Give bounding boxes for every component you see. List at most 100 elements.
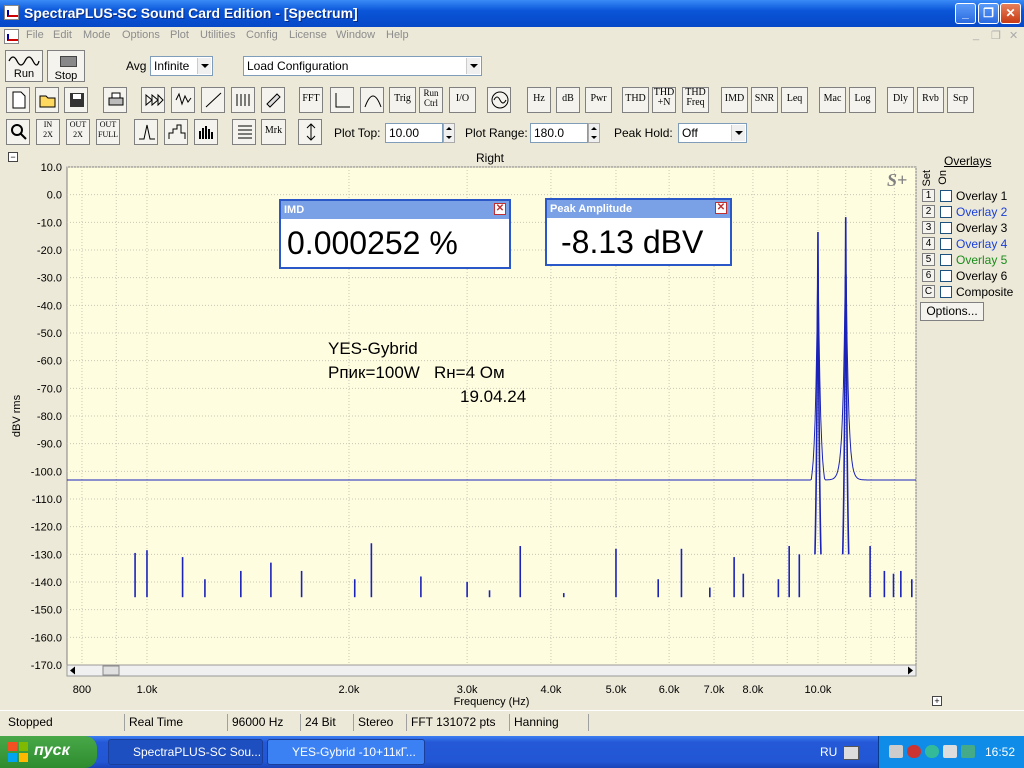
menu-options[interactable]: Options — [122, 29, 160, 41]
menu-file[interactable]: File — [26, 29, 44, 41]
overlay-set-button[interactable]: 6 — [922, 269, 935, 282]
filter-button[interactable] — [360, 87, 384, 113]
thd-n-button[interactable]: THD +N — [652, 87, 676, 113]
mdi-minimize-icon[interactable]: _ — [973, 29, 979, 41]
antivirus-icon[interactable] — [907, 745, 921, 758]
overlay-checkbox[interactable] — [940, 190, 952, 202]
zoom-in-2x-button[interactable]: IN 2X — [36, 119, 60, 145]
log-button[interactable]: Log — [849, 87, 876, 113]
thd-freq-button[interactable]: THD Freq — [682, 87, 709, 113]
playback-button[interactable] — [171, 87, 195, 113]
safely-remove-icon[interactable] — [961, 745, 975, 758]
overlay-set-button[interactable]: 3 — [922, 221, 935, 234]
io-button[interactable]: I/O — [449, 87, 476, 113]
peak-amplitude-readout[interactable]: Peak Amplitude ✕ -8.13 dBV — [545, 198, 732, 266]
peak-hold-select[interactable]: Off — [678, 123, 747, 143]
overlay-set-button[interactable]: 1 — [922, 189, 935, 202]
overlay-set-button[interactable]: 5 — [922, 253, 935, 266]
plot-top-input[interactable]: 10.00 — [385, 123, 443, 143]
config-select[interactable]: Load Configuration — [243, 56, 482, 76]
zoom-out-full-button[interactable]: OUT FULL — [96, 119, 120, 145]
menu-mode[interactable]: Mode — [83, 29, 111, 41]
ramp-button[interactable] — [201, 87, 225, 113]
plot-range-spinner[interactable] — [588, 123, 600, 143]
save-button[interactable] — [64, 87, 88, 113]
scope-sine-button[interactable] — [487, 87, 511, 113]
on-column-label: On — [937, 170, 949, 185]
peak-readout-header[interactable]: Peak Amplitude ✕ — [547, 200, 730, 218]
imd-readout[interactable]: IMD ✕ 0.000252 % — [279, 199, 511, 269]
zoom-button[interactable] — [6, 119, 30, 145]
network-icon[interactable] — [889, 745, 903, 758]
plot-range-input[interactable]: 180.0 — [530, 123, 588, 143]
plot-top-spinner[interactable] — [443, 123, 455, 143]
document-icon[interactable] — [4, 29, 19, 44]
minimize-button[interactable]: _ — [955, 3, 976, 24]
stop-button[interactable]: Stop — [47, 50, 85, 82]
open-button[interactable] — [35, 87, 59, 113]
avg-select[interactable]: Infinite — [150, 56, 213, 76]
line-plot-button[interactable] — [134, 119, 158, 145]
overlay-checkbox[interactable] — [940, 238, 952, 250]
update-icon[interactable] — [925, 745, 939, 758]
overlay-checkbox[interactable] — [940, 254, 952, 266]
rvb-button[interactable]: Rvb — [917, 87, 944, 113]
record-button[interactable] — [141, 87, 165, 113]
menu-utilities[interactable]: Utilities — [200, 29, 235, 41]
thd-button[interactable]: THD — [622, 87, 649, 113]
maximize-button[interactable]: ❐ — [978, 3, 999, 24]
close-icon[interactable]: ✕ — [494, 203, 506, 215]
keyboard-icon[interactable] — [843, 746, 859, 760]
mdi-close-icon[interactable]: ✕ — [1009, 29, 1018, 42]
snr-button[interactable]: SNR — [751, 87, 778, 113]
edit-button[interactable] — [261, 87, 285, 113]
menu-edit[interactable]: Edit — [53, 29, 72, 41]
new-file-button[interactable] — [6, 87, 30, 113]
zoom-out-2x-button[interactable]: OUT 2X — [66, 119, 90, 145]
overlay-checkbox[interactable] — [940, 286, 952, 298]
overlay-set-button[interactable]: 4 — [922, 237, 935, 250]
dly-button[interactable]: Dly — [887, 87, 914, 113]
app-icon[interactable] — [4, 5, 19, 20]
menu-help[interactable]: Help — [386, 29, 409, 41]
menu-license[interactable]: License — [289, 29, 327, 41]
pwr-button[interactable]: Pwr — [585, 87, 612, 113]
print-button[interactable] — [103, 87, 127, 113]
overlay-checkbox[interactable] — [940, 222, 952, 234]
overlay-set-button[interactable]: 2 — [922, 205, 935, 218]
start-button[interactable]: пуск — [0, 736, 97, 768]
octave-plot-button[interactable] — [194, 119, 218, 145]
marker-button[interactable]: Mrk — [261, 119, 286, 145]
scp-button[interactable]: Scp — [947, 87, 974, 113]
menu-plot[interactable]: Plot — [170, 29, 189, 41]
menu-config[interactable]: Config — [246, 29, 278, 41]
mac-button[interactable]: Mac — [819, 87, 846, 113]
scale-button[interactable] — [330, 87, 354, 113]
imd-button[interactable]: IMD — [721, 87, 748, 113]
leq-button[interactable]: Leq — [781, 87, 808, 113]
taskbar-spectraplus[interactable]: SpectraPLUS-SC Sou... — [108, 739, 263, 765]
db-button[interactable]: dB — [556, 87, 580, 113]
run-ctrl-button[interactable]: Run Ctrl — [419, 87, 443, 113]
run-button[interactable]: Run — [5, 50, 43, 82]
overlay-options-button[interactable]: Options... — [920, 302, 984, 321]
list-button[interactable] — [232, 119, 256, 145]
trig-button[interactable]: Trig — [389, 87, 416, 113]
mdi-restore-icon[interactable]: ❐ — [991, 29, 1001, 42]
generator-button[interactable] — [231, 87, 255, 113]
fft-button[interactable]: FFT — [299, 87, 323, 113]
close-button[interactable]: ✕ — [1000, 3, 1021, 24]
hz-button[interactable]: Hz — [527, 87, 551, 113]
menu-window[interactable]: Window — [336, 29, 375, 41]
close-icon[interactable]: ✕ — [715, 202, 727, 214]
imd-readout-header[interactable]: IMD ✕ — [281, 201, 509, 219]
language-indicator[interactable]: RU — [820, 745, 837, 759]
overlay-set-button[interactable]: C — [922, 285, 935, 298]
overlay-checkbox[interactable] — [940, 270, 952, 282]
overlay-checkbox[interactable] — [940, 206, 952, 218]
bar-plot-button[interactable] — [164, 119, 188, 145]
taskbar-image-viewer[interactable]: YES-Gybrid -10+11кГ... — [267, 739, 425, 765]
expand-box[interactable]: + — [932, 696, 942, 706]
autoscale-button[interactable] — [298, 119, 322, 145]
speaker-icon[interactable] — [943, 745, 957, 758]
